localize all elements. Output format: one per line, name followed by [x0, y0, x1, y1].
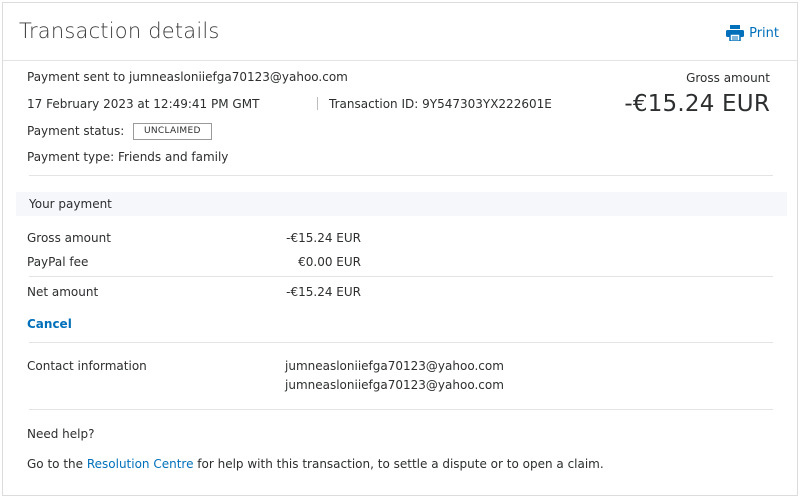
- separator: [317, 97, 318, 110]
- transaction-id: Transaction ID: 9Y547303YX222601E: [329, 97, 552, 111]
- divider: [29, 342, 773, 343]
- gross-amount-row-value: -€15.24 EUR: [286, 231, 361, 245]
- help-text: Go to the Resolution Centre for help wit…: [27, 457, 604, 471]
- cancel-link[interactable]: Cancel: [27, 317, 72, 331]
- your-payment-section: Your payment: [16, 192, 787, 216]
- gross-amount-value: -€15.24 EUR: [624, 91, 770, 117]
- status-badge: UNCLAIMED: [133, 123, 212, 140]
- printer-icon: [726, 25, 745, 41]
- payment-type: Payment type: Friends and family: [27, 150, 229, 164]
- transaction-date: 17 February 2023 at 12:49:41 PM GMT: [27, 97, 260, 111]
- net-amount-value: -€15.24 EUR: [286, 285, 361, 299]
- gross-amount-row-label: Gross amount: [27, 231, 111, 245]
- your-payment-heading: Your payment: [29, 197, 112, 211]
- paypal-fee-value: €0.00 EUR: [298, 255, 361, 269]
- page-title: Transaction details: [19, 19, 220, 43]
- resolution-centre-link[interactable]: Resolution Centre: [87, 457, 194, 471]
- divider: [29, 175, 773, 176]
- transaction-details-card: Transaction details Print Payment sent t…: [2, 2, 798, 496]
- need-help-title: Need help?: [27, 427, 95, 441]
- paypal-fee-label: PayPal fee: [27, 255, 89, 269]
- page-header: Transaction details Print: [3, 3, 797, 61]
- contact-email: jumneasloniiefga70123@yahoo.com: [285, 378, 504, 392]
- contact-email: jumneasloniiefga70123@yahoo.com: [285, 359, 504, 373]
- print-label: Print: [749, 25, 779, 41]
- gross-amount-label: Gross amount: [686, 71, 770, 85]
- net-amount-label: Net amount: [27, 285, 99, 299]
- payment-status-label: Payment status:: [27, 124, 125, 138]
- help-text-before: Go to the: [27, 457, 87, 471]
- print-button[interactable]: Print: [726, 25, 779, 41]
- contact-information-label: Contact information: [27, 359, 147, 373]
- divider: [29, 409, 773, 410]
- help-text-after: for help with this transaction, to settl…: [193, 457, 604, 471]
- divider: [29, 276, 773, 277]
- payment-sent-to: Payment sent to jumneasloniiefga70123@ya…: [27, 70, 348, 84]
